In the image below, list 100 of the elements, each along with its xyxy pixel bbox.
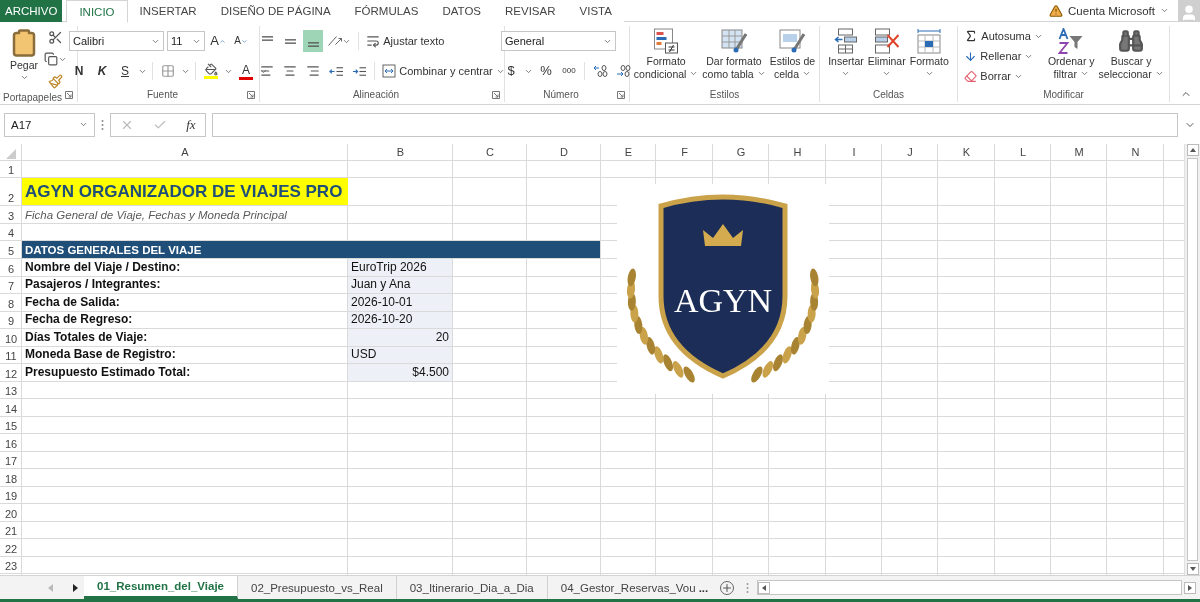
- field-value[interactable]: 2026-10-01: [348, 294, 452, 311]
- field-label: Días Totales de Viaje:: [24, 329, 149, 346]
- field-value[interactable]: Juan y Ana: [348, 277, 452, 293]
- field-value[interactable]: 2026-10-20: [348, 312, 452, 328]
- editing-button[interactable]: Buscar y seleccionar: [1097, 26, 1165, 86]
- row-header[interactable]: 17: [0, 452, 22, 468]
- logo-text: AGYN: [673, 282, 773, 319]
- column-header[interactable]: N: [1107, 144, 1164, 160]
- font-size-dropdown[interactable]: 11: [167, 31, 205, 51]
- cells-button[interactable]: Formato: [908, 26, 950, 86]
- row-header[interactable]: 22: [0, 539, 22, 556]
- field-value[interactable]: EuroTrip 2026: [348, 259, 452, 276]
- column-header[interactable]: D: [527, 144, 601, 160]
- cells-button[interactable]: Insertar: [827, 26, 865, 86]
- column-header[interactable]: G: [713, 144, 769, 160]
- column-header[interactable]: J: [882, 144, 938, 160]
- shrink-font-button[interactable]: A: [231, 30, 251, 52]
- field-label: Fecha de Regreso:: [24, 312, 134, 328]
- row-header[interactable]: 16: [0, 434, 22, 451]
- horizontal-scrollbar[interactable]: [757, 580, 1182, 595]
- formula-input[interactable]: [212, 112, 1178, 137]
- column-header[interactable]: C: [453, 144, 527, 160]
- field-value[interactable]: 20: [348, 329, 452, 346]
- dialog-launcher-icon[interactable]: [617, 91, 625, 99]
- styles-button[interactable]: Formato condicional: [632, 26, 700, 86]
- name-box[interactable]: A17: [4, 112, 95, 137]
- row-header[interactable]: 12: [0, 364, 22, 381]
- scrollbar-thumb[interactable]: [1187, 158, 1198, 561]
- field-label: Pasajeros / Integrantes:: [24, 277, 162, 293]
- column-header[interactable]: I: [826, 144, 882, 160]
- paste-button[interactable]: Pegar: [8, 26, 40, 92]
- row-header[interactable]: 4: [0, 224, 22, 240]
- row-header[interactable]: 21: [0, 522, 22, 538]
- row-header[interactable]: 18: [0, 469, 22, 486]
- file-tab[interactable]: ARCHIVO: [0, 0, 63, 22]
- row-header[interactable]: 15: [0, 417, 22, 433]
- number-format-dropdown[interactable]: General: [501, 31, 616, 51]
- font-name-dropdown[interactable]: Calibri: [69, 31, 164, 51]
- next-sheet-icon[interactable]: [73, 583, 78, 592]
- caret-icon: [924, 69, 934, 78]
- font-color-button[interactable]: A: [236, 60, 256, 82]
- field-value[interactable]: $4.500: [348, 364, 452, 381]
- column-header[interactable]: B: [348, 144, 453, 160]
- ribbon-tab[interactable]: INICIO: [66, 0, 128, 23]
- bold-button[interactable]: N: [69, 60, 89, 82]
- column-header[interactable]: A: [22, 144, 348, 160]
- merge-center-button[interactable]: Combinar y centrar: [380, 61, 507, 81]
- row-header[interactable]: 10: [0, 329, 22, 346]
- group-label: Celdas: [872, 88, 905, 100]
- insert-function-button[interactable]: fx: [186, 116, 196, 133]
- italic-button[interactable]: K: [92, 60, 112, 82]
- vertical-align-button[interactable]: [303, 30, 324, 52]
- paintbrush-icon: [48, 73, 63, 89]
- row-header[interactable]: 3: [0, 206, 22, 223]
- sheet-tab[interactable]: 01_Resumen_del_Viaje: [84, 576, 238, 599]
- column-header[interactable]: M: [1051, 144, 1107, 160]
- wrap-text-button[interactable]: Ajustar texto: [364, 31, 447, 51]
- percent-button[interactable]: %: [536, 60, 556, 82]
- column-header[interactable]: E: [601, 144, 656, 160]
- more-sheets[interactable]: ...: [698, 581, 717, 594]
- sheet-tab[interactable]: 04_Gestor_Reservas_Vou: [547, 576, 699, 599]
- column-header[interactable]: H: [769, 144, 826, 160]
- row-header[interactable]: 9: [0, 312, 22, 328]
- scroll-left-icon[interactable]: [758, 581, 771, 594]
- row-header[interactable]: 6: [0, 259, 22, 276]
- fill-color-button[interactable]: [201, 60, 221, 82]
- row-header[interactable]: 23: [0, 557, 22, 573]
- row-header[interactable]: 8: [0, 294, 22, 311]
- column-header[interactable]: K: [938, 144, 995, 160]
- row-header[interactable]: 19: [0, 487, 22, 503]
- grow-font-button[interactable]: A: [208, 30, 228, 52]
- dialog-launcher-icon[interactable]: [492, 91, 500, 99]
- clear-button[interactable]: Borrar: [962, 66, 1045, 86]
- field-value[interactable]: USD: [348, 347, 452, 363]
- editing-button[interactable]: Ordenar y filtrar: [1046, 26, 1096, 86]
- group-label: Número: [543, 88, 579, 100]
- row-header[interactable]: 11: [0, 347, 22, 363]
- styles-button[interactable]: Estilos de celda: [768, 26, 817, 86]
- dialog-launcher-icon[interactable]: [247, 91, 255, 99]
- row-header[interactable]: 5: [0, 241, 22, 258]
- autosum-button[interactable]: Autosuma: [962, 26, 1045, 46]
- row-header[interactable]: 20: [0, 504, 22, 521]
- scroll-right-icon[interactable]: [1184, 581, 1196, 594]
- column-header[interactable]: L: [995, 144, 1051, 160]
- underline-button[interactable]: S: [115, 60, 135, 82]
- scroll-down-icon[interactable]: [1186, 563, 1199, 575]
- row-header[interactable]: 7: [0, 277, 22, 293]
- thousands-button[interactable]: 000: [559, 60, 579, 82]
- styles-button[interactable]: Dar formato como tabla: [701, 26, 767, 86]
- scroll-up-icon[interactable]: [1186, 144, 1199, 156]
- cells-button[interactable]: Eliminar: [866, 26, 907, 86]
- fill-button[interactable]: Rellenar: [962, 46, 1045, 66]
- row-header[interactable]: 2: [0, 178, 22, 205]
- row-header[interactable]: 13: [0, 382, 22, 398]
- warning-icon: [1049, 3, 1064, 18]
- row-header[interactable]: 1: [0, 161, 22, 177]
- row-header[interactable]: 14: [0, 399, 22, 416]
- account-name[interactable]: Cuenta Microsoft: [1068, 4, 1155, 17]
- dialog-launcher-icon[interactable]: [65, 91, 73, 99]
- column-header[interactable]: F: [656, 144, 713, 160]
